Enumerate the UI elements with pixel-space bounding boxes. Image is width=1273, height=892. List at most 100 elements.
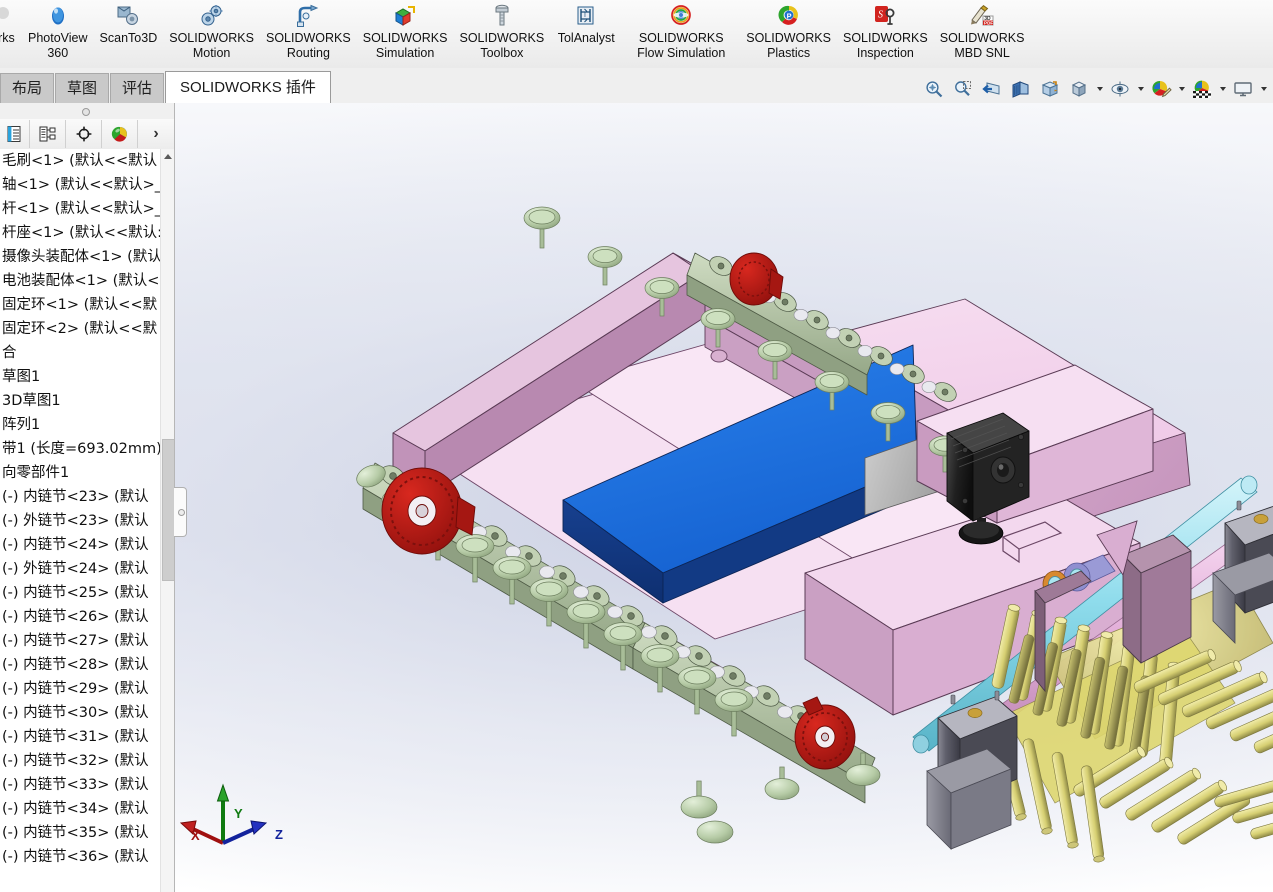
triad-z-label: Z (275, 827, 283, 842)
tree-item-retaining-ring-1[interactable]: 固定环<1> (默认<<默 (0, 293, 166, 317)
configuration-manager-icon[interactable] (66, 120, 102, 148)
tree-item-sketch1[interactable]: 草图1 (0, 365, 166, 389)
zoom-to-fit-icon[interactable] (920, 76, 948, 102)
tree-item-rod-seat[interactable]: 杆座<1> (默认<<默认: (0, 221, 166, 245)
tab-solidworks-addins[interactable]: SOLIDWORKS 插件 (165, 71, 331, 103)
tree-item-label: (-) 内链节<25> (默认 (2, 585, 149, 601)
ribbon-button-solidworks-plastics[interactable]: P SOLIDWORKS Plastics (740, 0, 837, 61)
tree-item-label: (-) 内链节<24> (默认 (2, 537, 149, 553)
tree-item-inner-link-28[interactable]: (-) 内链节<28> (默认 (0, 653, 166, 677)
tab-evaluate[interactable]: 评估 (110, 73, 165, 103)
tree-item-brush[interactable]: 毛刷<1> (默认<<默认 (0, 149, 166, 173)
previous-view-icon[interactable] (978, 76, 1006, 102)
section-view-icon[interactable] (1007, 76, 1035, 102)
property-manager-icon[interactable] (30, 120, 66, 148)
tree-item-label: (-) 内链节<26> (默认 (2, 609, 149, 625)
tree-item-inner-link-27[interactable]: (-) 内链节<27> (默认 (0, 629, 166, 653)
zoom-to-area-icon[interactable] (949, 76, 977, 102)
view-orientation-icon[interactable] (1036, 76, 1064, 102)
tree-item-label: 合 (2, 345, 17, 361)
tree-item-pattern1[interactable]: 阵列1 (0, 413, 166, 437)
solidworks-toolbox-icon (491, 3, 513, 29)
edit-appearance-icon[interactable] (1147, 76, 1175, 102)
tree-item-camera-assembly[interactable]: 摄像头装配体<1> (默认 (0, 245, 166, 269)
tree-item-label: 固定环<1> (默认<<默 (2, 297, 158, 313)
ribbon-label: SOLIDWORKS Plastics (746, 31, 831, 60)
tree-item-inner-link-34[interactable]: (-) 内链节<34> (默认 (0, 797, 166, 821)
ribbon-button-scanto3d[interactable]: ScanTo3D (94, 0, 164, 46)
ribbon-label: orks (0, 31, 15, 45)
tree-item-3dsketch1[interactable]: 3D草图1 (0, 389, 166, 413)
ribbon-button-solidworks-toolbox[interactable]: SOLIDWORKS Toolbox (453, 0, 550, 61)
tree-item-retaining-ring-2[interactable]: 固定环<2> (默认<<默 (0, 317, 166, 341)
feature-manager-design-tree-icon[interactable] (0, 120, 30, 148)
ribbon-button-solidworks-flow-simulation[interactable]: SOLIDWORKS Flow Simulation (622, 0, 740, 61)
tree-item-inner-link-33[interactable]: (-) 内链节<33> (默认 (0, 773, 166, 797)
tree-item-label: (-) 内链节<27> (默认 (2, 633, 149, 649)
tree-item-shaft[interactable]: 轴<1> (默认<<默认>_ (0, 173, 166, 197)
scrollbar-up-arrow-icon[interactable] (161, 149, 174, 163)
hide-show-items-icon[interactable] (1106, 76, 1134, 102)
tab-layout[interactable]: 布局 (0, 73, 55, 103)
tree-item-label: 摄像头装配体<1> (默认 (2, 249, 162, 265)
panel-splitter-handle[interactable] (174, 487, 187, 537)
tab-sketch[interactable]: 草图 (55, 73, 110, 103)
tree-item-inner-link-30[interactable]: (-) 内链节<30> (默认 (0, 701, 166, 725)
tree-item-inner-link-25[interactable]: (-) 内链节<25> (默认 (0, 581, 166, 605)
feature-tree-list: 毛刷<1> (默认<<默认 轴<1> (默认<<默认>_ 杆<1> (默认<<默认>… (0, 149, 166, 869)
tree-item-label: 电池装配体<1> (默认< (2, 273, 160, 289)
display-manager-icon[interactable] (102, 120, 138, 148)
panel-pin-dot[interactable] (82, 108, 90, 116)
ribbon-button-solidworks-motion[interactable]: SOLIDWORKS Motion (163, 0, 260, 61)
triad-y-label: Y (234, 806, 243, 821)
tree-item-inner-link-36[interactable]: (-) 内链节<36> (默认 (0, 845, 166, 869)
tree-item-outer-link-23[interactable]: (-) 外链节<23> (默认 (0, 509, 166, 533)
tree-item-label: (-) 外链节<23> (默认 (2, 513, 149, 529)
tree-item-belt1[interactable]: 带1 (长度=693.02mm) (0, 437, 166, 461)
triad-x-label: X (191, 828, 200, 843)
apply-scene-icon[interactable] (1188, 76, 1216, 102)
tree-item-inner-link-29[interactable]: (-) 内链节<29> (默认 (0, 677, 166, 701)
tree-item-inner-link-24[interactable]: (-) 内链节<24> (默认 (0, 533, 166, 557)
tree-item-label: (-) 内链节<35> (默认 (2, 825, 149, 841)
tree-item-label: (-) 内链节<34> (默认 (2, 801, 149, 817)
tree-item-label: 草图1 (2, 369, 41, 385)
tree-item-inner-link-35[interactable]: (-) 内链节<35> (默认 (0, 821, 166, 845)
motor-left-lower (926, 690, 1018, 850)
display-style-dropdown-caret[interactable] (1094, 77, 1105, 101)
tree-item-outer-link-24[interactable]: (-) 外链节<24> (默认 (0, 557, 166, 581)
ribbon-button-solidworks-mbd-snl[interactable]: PDF 3D SOLIDWORKS MBD SNL (934, 0, 1031, 61)
ribbon-button-photoview-360[interactable]: PhotoView 360 (22, 0, 94, 61)
hide-show-dropdown-caret[interactable] (1135, 77, 1146, 101)
ribbon-button-solidworks-routing[interactable]: SOLIDWORKS Routing (260, 0, 357, 61)
tree-item-component1[interactable]: 向零部件1 (0, 461, 166, 485)
tree-item-mates[interactable]: 合 (0, 341, 166, 365)
ribbon-label: SOLIDWORKS Routing (265, 31, 351, 60)
edit-appearance-dropdown-caret[interactable] (1176, 77, 1187, 101)
tree-item-inner-link-23[interactable]: (-) 内链节<23> (默认 (0, 485, 166, 509)
ribbon-button-solidworks-simulation[interactable]: SOLIDWORKS Simulation (357, 0, 454, 61)
tree-item-rod[interactable]: 杆<1> (默认<<默认>_ (0, 197, 166, 221)
tree-item-inner-link-26[interactable]: (-) 内链节<26> (默认 (0, 605, 166, 629)
view-settings-dropdown-caret[interactable] (1258, 77, 1269, 101)
tree-item-label: 带1 (长度=693.02mm) (2, 441, 162, 457)
tree-item-battery-assembly[interactable]: 电池装配体<1> (默认< (0, 269, 166, 293)
view-settings-icon[interactable] (1229, 76, 1257, 102)
ribbon-button-solidworks-inspection[interactable]: S SOLIDWORKS Inspection (837, 0, 934, 61)
motor-shaft (1253, 514, 1269, 524)
tree-item-inner-link-31[interactable]: (-) 内链节<31> (默认 (0, 725, 166, 749)
triad-labels: X Y Z (191, 806, 283, 880)
display-style-icon[interactable] (1065, 76, 1093, 102)
tree-item-label: (-) 内链节<33> (默认 (2, 777, 149, 793)
tree-item-label: 阵列1 (2, 417, 41, 433)
feature-tree-scrollbar[interactable] (160, 149, 174, 892)
ribbon-label: SOLIDWORKS Motion (169, 31, 254, 60)
tree-expand-more-icon[interactable]: › (138, 125, 174, 143)
apply-scene-dropdown-caret[interactable] (1217, 77, 1228, 101)
ribbon-button-tolanalyst[interactable]: I TolAnalyst (550, 0, 622, 46)
tree-item-inner-link-32[interactable]: (-) 内链节<32> (默认 (0, 749, 166, 773)
ribbon-button-solidworks-partial[interactable]: orks (0, 0, 22, 46)
graphics-viewport[interactable]: X Y Z (175, 103, 1273, 892)
feature-tree-scroll-area[interactable]: 毛刷<1> (默认<<默认 轴<1> (默认<<默认>_ 杆<1> (默认<<默认>… (0, 149, 174, 892)
tree-item-label: (-) 内链节<23> (默认 (2, 489, 149, 505)
